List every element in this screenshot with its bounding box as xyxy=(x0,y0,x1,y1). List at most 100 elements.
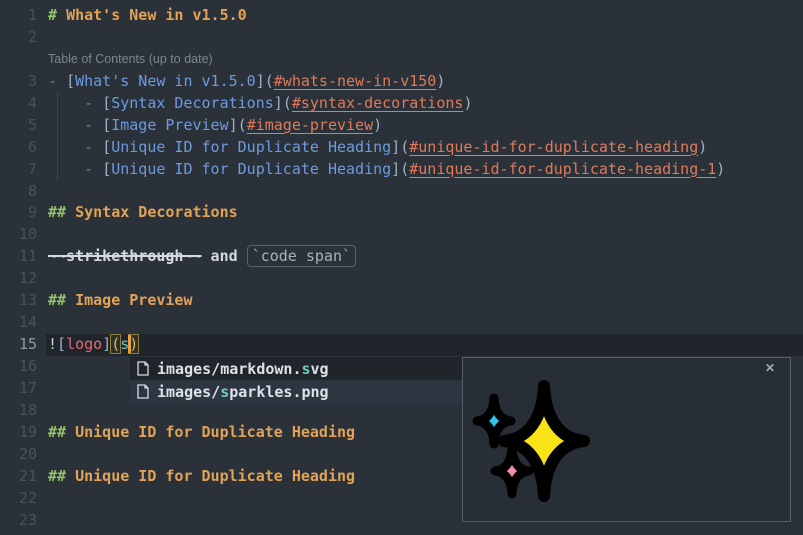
code-segment: ) xyxy=(436,72,445,90)
line-number: 16 xyxy=(0,356,37,378)
line-number: 15 xyxy=(0,334,37,356)
code-segment: Unique ID for Duplicate Heading xyxy=(75,467,355,485)
line-number: 2 xyxy=(0,27,37,49)
code-segment: - xyxy=(84,94,102,112)
code-segment: What's New in v1.5.0 xyxy=(66,6,247,24)
line-number: 1 xyxy=(0,5,37,27)
code-segment: ) xyxy=(463,94,472,112)
code-line-content: ![logo](s) xyxy=(48,334,138,356)
code-segment: #unique-id-for-duplicate-heading-1 xyxy=(409,160,716,178)
suggestion-preview-panel: ✕ xyxy=(462,357,791,522)
line-number: 23 xyxy=(0,510,37,532)
code-line-content: ~~strikethrough~~ and `code span` xyxy=(48,246,356,268)
suggestion-item[interactable]: images/markdown.svg xyxy=(130,357,462,380)
code-segment: ## xyxy=(48,291,75,309)
code-line[interactable]: 14 xyxy=(0,312,803,334)
code-line[interactable]: 11 ~~strikethrough~~ and `code span` xyxy=(0,246,803,268)
sparkles-image xyxy=(463,358,623,521)
code-segment: [ xyxy=(102,138,111,156)
code-line-content: ## Unique ID for Duplicate Heading xyxy=(48,466,355,488)
file-icon xyxy=(137,384,149,399)
code-segment: - xyxy=(48,72,66,90)
code-segment: [ xyxy=(66,72,75,90)
code-segment: Image Preview xyxy=(111,116,228,134)
code-line-content: ## Syntax Decorations xyxy=(48,202,238,224)
line-number: 21 xyxy=(0,466,37,488)
code-segment: ]( xyxy=(391,160,409,178)
line-number: 9 xyxy=(0,202,37,224)
suggestion-label: images/markdown.svg xyxy=(157,360,329,378)
code-line[interactable]: 8 xyxy=(0,181,803,203)
autocomplete-dropdown: images/markdown.svg images/sparkles.png xyxy=(130,357,462,403)
close-icon[interactable]: ✕ xyxy=(765,361,775,375)
code-segment: ) xyxy=(698,138,707,156)
line-number: 19 xyxy=(0,422,37,444)
code-segment xyxy=(48,94,84,112)
codelens-toc[interactable]: Table of Contents (up to date) xyxy=(48,49,213,71)
line-number: 6 xyxy=(0,137,37,159)
code-line-content: # What's New in v1.5.0 xyxy=(48,5,247,27)
code-line[interactable]: 9 ## Syntax Decorations xyxy=(0,202,803,224)
text-cursor xyxy=(128,335,131,353)
code-line-content: ## Image Preview xyxy=(48,290,193,312)
code-segment: and xyxy=(202,247,247,265)
line-number: 12 xyxy=(0,268,37,290)
code-segment: Unique ID for Duplicate Heading xyxy=(111,160,391,178)
code-segment: ! xyxy=(48,335,57,353)
code-line-content: - [Unique ID for Duplicate Heading](#uni… xyxy=(48,137,707,159)
code-segment: #syntax-decorations xyxy=(292,94,464,112)
code-line[interactable]: 4 - [Syntax Decorations](#syntax-decorat… xyxy=(0,93,803,115)
code-segment: Unique ID for Duplicate Heading xyxy=(111,138,391,156)
line-number: 13 xyxy=(0,290,37,312)
code-line-content: - [Unique ID for Duplicate Heading](#uni… xyxy=(48,159,725,181)
code-line[interactable]: 3- [What's New in v1.5.0](#whats-new-in-… xyxy=(0,71,803,93)
code-segment: ## xyxy=(48,423,75,441)
line-number: 11 xyxy=(0,246,37,268)
code-segment: [ xyxy=(102,160,111,178)
line-number: 7 xyxy=(0,159,37,181)
code-segment: `code span` xyxy=(247,245,356,267)
code-segment: [ xyxy=(57,335,66,353)
line-number: 8 xyxy=(0,181,37,203)
code-segment xyxy=(48,160,84,178)
codelens-row[interactable]: Table of Contents (up to date) xyxy=(0,49,803,71)
line-number: 14 xyxy=(0,312,37,334)
code-segment: ]( xyxy=(391,138,409,156)
code-line[interactable]: 15 ![logo](s) xyxy=(0,334,803,356)
code-line[interactable]: 13 ## Image Preview xyxy=(0,290,803,312)
code-segment: logo xyxy=(66,335,102,353)
code-line[interactable]: 5 - [Image Preview](#image-preview) xyxy=(0,115,803,137)
code-segment: What's New in v1.5.0 xyxy=(75,72,256,90)
code-segment: Image Preview xyxy=(75,291,192,309)
line-number: 22 xyxy=(0,488,37,510)
code-segment xyxy=(48,116,84,134)
code-line[interactable]: 12 xyxy=(0,268,803,290)
code-segment: ]( xyxy=(274,94,292,112)
line-number: 17 xyxy=(0,378,37,400)
code-segment: Syntax Decorations xyxy=(111,94,274,112)
code-line[interactable]: 7 - [Unique ID for Duplicate Heading](#u… xyxy=(0,159,803,181)
code-segment: #whats-new-in-v150 xyxy=(274,72,437,90)
code-line[interactable]: 6 - [Unique ID for Duplicate Heading](#u… xyxy=(0,137,803,159)
line-number: 10 xyxy=(0,224,37,246)
line-number: 18 xyxy=(0,400,37,422)
code-line-content: - [What's New in v1.5.0](#whats-new-in-v… xyxy=(48,71,445,93)
code-line-content: - [Syntax Decorations](#syntax-decoratio… xyxy=(48,93,472,115)
code-line-content: - [Image Preview](#image-preview) xyxy=(48,115,382,137)
suggestion-item[interactable]: images/sparkles.png xyxy=(130,380,462,403)
code-line[interactable]: 1 # What's New in v1.5.0 xyxy=(0,5,803,27)
code-segment: ]( xyxy=(229,116,247,134)
code-line-content: ## Unique ID for Duplicate Heading xyxy=(48,422,355,444)
code-line[interactable]: 10 xyxy=(0,224,803,246)
line-number: 5 xyxy=(0,115,37,137)
code-segment: ) xyxy=(716,160,725,178)
line-number: 4 xyxy=(0,93,37,115)
code-line[interactable]: 2 xyxy=(0,27,803,49)
code-segment xyxy=(48,138,84,156)
file-icon xyxy=(137,361,149,376)
suggestion-label: images/sparkles.png xyxy=(157,383,329,401)
code-segment: - xyxy=(84,160,102,178)
code-segment: [ xyxy=(102,94,111,112)
code-segment: ~~strikethrough~~ xyxy=(48,247,202,265)
code-segment: #image-preview xyxy=(247,116,373,134)
